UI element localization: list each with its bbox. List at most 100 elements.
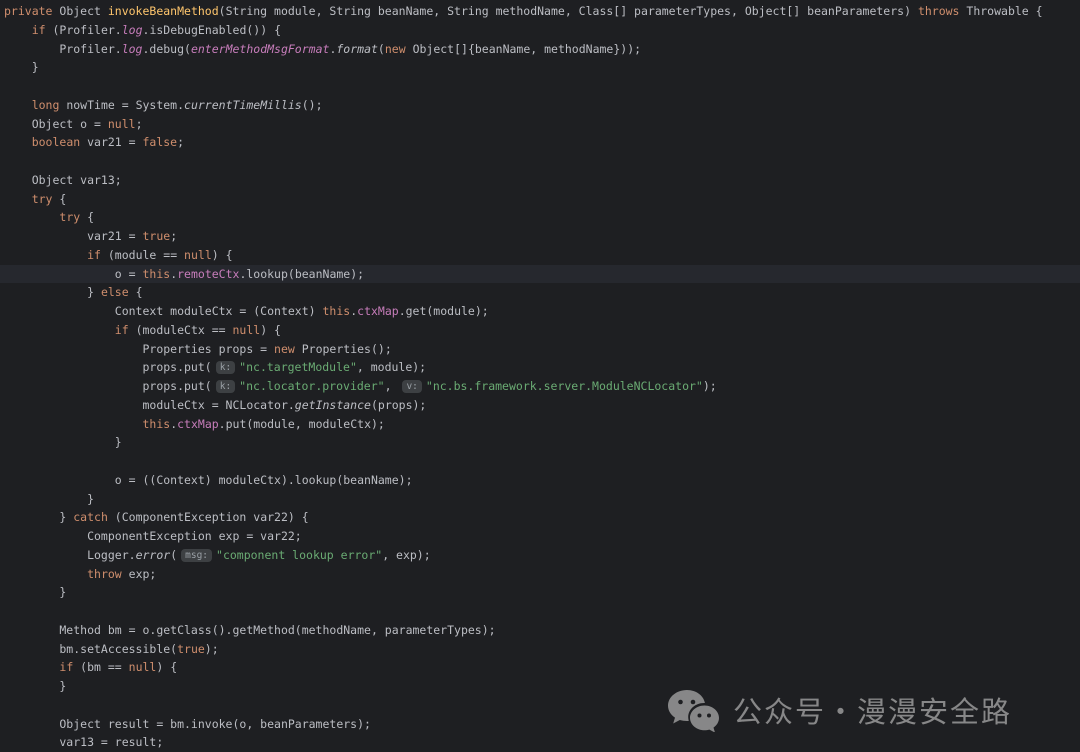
code-line: if (Profiler.log.isDebugEnabled()) { <box>0 21 1080 40</box>
code-line: Properties props = new Properties(); <box>0 340 1080 359</box>
code-token: } <box>4 679 66 693</box>
code-line: ComponentException exp = var22; <box>0 527 1080 546</box>
code-token: { <box>129 285 143 299</box>
code-token: (Profiler. <box>46 23 122 37</box>
code-line: var21 = true; <box>0 227 1080 246</box>
code-token: props.put( <box>4 379 212 393</box>
inlay-hint-badge: k: <box>216 380 235 393</box>
code-token: var21 = <box>80 135 142 149</box>
code-token <box>4 323 115 337</box>
code-token: new <box>385 42 406 56</box>
code-token: , <box>385 379 399 393</box>
code-token: throws <box>918 4 960 18</box>
code-token: } <box>4 510 73 524</box>
code-token: ComponentException exp = var22; <box>4 529 302 543</box>
code-line: try { <box>0 190 1080 209</box>
code-token: (props); <box>371 398 426 412</box>
code-token: null <box>184 248 212 262</box>
code-token: .debug( <box>142 42 190 56</box>
code-line: Object o = null; <box>0 115 1080 134</box>
code-token <box>4 135 32 149</box>
code-token: moduleCtx = NCLocator. <box>4 398 295 412</box>
code-token: this <box>142 417 170 431</box>
code-token: new <box>274 342 295 356</box>
code-token: ) { <box>260 323 281 337</box>
code-line: moduleCtx = NCLocator.getInstance(props)… <box>0 396 1080 415</box>
code-token: error <box>136 548 171 562</box>
code-line: Object result = bm.invoke(o, beanParamet… <box>0 715 1080 734</box>
code-token: null <box>129 660 157 674</box>
code-token: invokeBeanMethod <box>108 4 219 18</box>
inlay-hint-badge: v: <box>402 380 421 393</box>
code-token: (ComponentException var22) { <box>108 510 309 524</box>
code-line: o = this.remoteCtx.lookup(beanName); <box>0 265 1080 284</box>
code-line: Context moduleCtx = (Context) this.ctxMa… <box>0 302 1080 321</box>
code-token: Object o = <box>4 117 108 131</box>
code-token: Properties(); <box>295 342 392 356</box>
code-token: format <box>336 42 378 56</box>
code-line: this.ctxMap.put(module, moduleCtx); <box>0 415 1080 434</box>
inlay-hint-badge: k: <box>216 361 235 374</box>
code-token: .get(module); <box>399 304 489 318</box>
code-token: props.put( <box>4 360 212 374</box>
code-token: true <box>142 229 170 243</box>
code-token <box>4 660 59 674</box>
code-token: .lookup(beanName); <box>239 267 364 281</box>
code-token: boolean <box>32 135 80 149</box>
code-token: Object var13; <box>4 173 122 187</box>
code-line: props.put(k:"nc.targetModule", module); <box>0 358 1080 377</box>
code-line: o = ((Context) moduleCtx).lookup(beanNam… <box>0 471 1080 490</box>
code-token: try <box>59 210 80 224</box>
code-line: } catch (ComponentException var22) { <box>0 508 1080 527</box>
code-token: long <box>32 98 60 112</box>
code-token: this <box>323 304 351 318</box>
code-line: } <box>0 58 1080 77</box>
code-token: "nc.locator.provider" <box>239 379 384 393</box>
code-line: } <box>0 433 1080 452</box>
code-token: Throwable { <box>959 4 1042 18</box>
code-token: null <box>108 117 136 131</box>
code-token <box>4 192 32 206</box>
code-line: if (module == null) { <box>0 246 1080 265</box>
code-token: ); <box>205 642 219 656</box>
code-token: Object <box>52 4 107 18</box>
code-token: null <box>233 323 261 337</box>
code-token: , module); <box>357 360 426 374</box>
code-token: try <box>32 192 53 206</box>
code-token: this <box>142 267 170 281</box>
code-token: Object result = bm.invoke(o, beanParamet… <box>4 717 371 731</box>
code-line: if (bm == null) { <box>0 658 1080 677</box>
code-token: currentTimeMillis <box>184 98 302 112</box>
code-token: if <box>32 23 46 37</box>
code-editor[interactable]: private Object invokeBeanMethod(String m… <box>0 0 1080 750</box>
code-token: o = ((Context) moduleCtx).lookup(beanNam… <box>4 473 413 487</box>
code-token: } <box>4 492 94 506</box>
code-token: } <box>4 585 66 599</box>
code-line: long nowTime = System.currentTimeMillis(… <box>0 96 1080 115</box>
code-line <box>0 452 1080 471</box>
code-token: { <box>80 210 94 224</box>
code-token: bm.setAccessible( <box>4 642 177 656</box>
code-token: false <box>142 135 177 149</box>
code-token: "component lookup error" <box>216 548 382 562</box>
code-token: getInstance <box>295 398 371 412</box>
code-token <box>4 210 59 224</box>
code-line: Logger.error(msg:"component lookup error… <box>0 546 1080 565</box>
code-line: try { <box>0 208 1080 227</box>
code-token: ; <box>177 135 184 149</box>
code-token: (moduleCtx == <box>129 323 233 337</box>
code-token: var21 = <box>4 229 142 243</box>
code-token: ( <box>170 548 177 562</box>
code-line: Profiler.log.debug(enterMethodMsgFormat.… <box>0 40 1080 59</box>
code-token: ) { <box>156 660 177 674</box>
code-token: throw <box>87 567 122 581</box>
code-line <box>0 77 1080 96</box>
code-token: Logger. <box>4 548 136 562</box>
code-token: log <box>122 42 143 56</box>
code-token: ctxMap <box>357 304 399 318</box>
code-line: } else { <box>0 283 1080 302</box>
code-token: Context moduleCtx = (Context) <box>4 304 323 318</box>
code-token: } <box>4 435 122 449</box>
code-token: var13 = result; <box>4 735 163 749</box>
code-token: catch <box>73 510 108 524</box>
